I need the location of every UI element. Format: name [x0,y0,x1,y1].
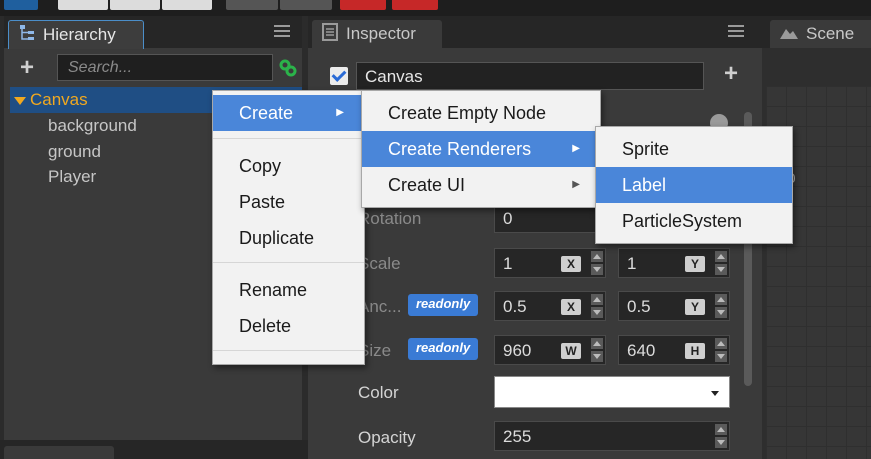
search-input[interactable]: Search... [57,54,273,81]
opacity-value: 255 [503,427,532,446]
opacity-input[interactable]: 255 [494,421,730,451]
menu-divider [213,138,364,139]
node-name-field[interactable]: Canvas [356,62,704,90]
h-axis-badge: H [685,343,705,359]
inspector-tabbar: Inspector [308,16,762,48]
tree-item-label: Canvas [30,90,88,109]
menu-item-copy[interactable]: Copy [213,148,364,184]
top-toolbar [0,0,871,16]
rect-tool-icon[interactable] [162,0,212,10]
add-node-icon[interactable]: + [20,56,34,80]
size-h-stepper[interactable] [715,338,727,362]
anchor-readonly-badge: readonly [408,294,479,316]
menu-divider [213,350,364,351]
hierarchy-title: Hierarchy [43,25,116,44]
bottom-tab[interactable] [4,446,114,459]
menu-item-create-empty-node[interactable]: Create Empty Node [362,95,600,131]
scene-mountain-icon [780,24,798,44]
local-toggle-icon[interactable] [280,0,332,10]
submenu-arrow-icon: ▶ [336,107,344,118]
submenu-arrow-icon: ▶ [572,143,580,154]
anchor-y-stepper[interactable] [715,294,727,318]
scale-x-value: 1 [503,254,513,273]
menu-item-label: Create UI [388,175,466,195]
menu-item-label: Create [239,103,294,123]
menu-item-particle-system[interactable]: ParticleSystem [596,203,792,239]
scene-tabbar: Scene [762,16,871,48]
scale-y-value: 1 [627,254,637,273]
y-axis-badge: Y [685,299,705,315]
size-w-value: 960 [503,341,532,360]
hierarchy-tabbar: Hierarchy [4,16,302,49]
anchor-x-value: 0.5 [503,297,527,316]
scale-y-input[interactable]: 1 Y [618,248,730,278]
rotate-tool-icon[interactable] [58,0,108,10]
opacity-label: Opacity [358,428,416,447]
y-axis-badge: Y [685,256,705,272]
node-active-checkbox[interactable] [330,67,348,85]
menu-item-create[interactable]: Create ▶ [213,95,364,131]
size-w-stepper[interactable] [591,338,603,362]
color-picker[interactable] [494,376,730,408]
menu-item-label: Create Renderers [388,139,532,159]
create-submenu: Create Empty Node Create Renderers ▶ Crea… [361,90,601,208]
menu-item-paste[interactable]: Paste [213,184,364,220]
x-axis-badge: X [561,299,581,315]
menu-item-duplicate[interactable]: Duplicate [213,220,364,256]
menu-item-create-ui[interactable]: Create UI ▶ [362,167,600,203]
anchor-x-stepper[interactable] [591,294,603,318]
menu-item-sprite[interactable]: Sprite [596,131,792,167]
submenu-arrow-icon: ▶ [572,179,580,190]
size-readonly-badge: readonly [408,338,479,360]
add-component-icon[interactable]: + [724,62,738,86]
tree-item-player[interactable]: Player [48,164,96,190]
move-tool-icon[interactable] [4,0,38,10]
menu-divider [213,262,364,263]
bottom-panel-tabbar [0,440,310,459]
rotation-label: Rotation [358,209,422,228]
menu-item-delete[interactable]: Delete [213,308,364,344]
scale-y-stepper[interactable] [715,251,727,275]
color-label: Color [358,383,399,402]
inspector-icon [322,22,338,46]
scene-title: Scene [806,24,855,43]
menu-item-label[interactable]: Label [596,167,792,203]
link-icon[interactable] [278,58,298,83]
hierarchy-tree-icon [19,24,35,47]
tab-hierarchy[interactable]: Hierarchy [8,20,144,49]
menu-item-create-renderers[interactable]: Create Renderers ▶ [362,131,600,167]
refresh-button-icon[interactable] [392,0,438,10]
hierarchy-context-menu: Create ▶ Copy Paste Duplicate Rename Dele… [212,90,365,365]
expand-triangle-icon[interactable] [14,96,26,105]
pivot-toggle-icon[interactable] [226,0,278,10]
tab-scene[interactable]: Scene [770,20,871,48]
scale-x-input[interactable]: 1 X [494,248,606,278]
size-w-input[interactable]: 960 W [494,335,606,365]
size-h-value: 640 [627,341,656,360]
tree-item-ground[interactable]: ground [48,139,101,165]
scale-tool-icon[interactable] [110,0,160,10]
anchor-y-value: 0.5 [627,297,651,316]
hierarchy-menu-icon[interactable] [274,25,290,37]
tree-item-background[interactable]: background [48,113,137,139]
w-axis-badge: W [561,343,581,359]
inspector-menu-icon[interactable] [728,25,744,37]
anchor-x-input[interactable]: 0.5 X [494,291,606,321]
tab-inspector[interactable]: Inspector [312,20,442,48]
menu-item-rename[interactable]: Rename [213,272,364,308]
anchor-y-input[interactable]: 0.5 Y [618,291,730,321]
x-axis-badge: X [561,256,581,272]
renderers-submenu: Sprite Label ParticleSystem [595,126,793,244]
size-h-input[interactable]: 640 H [618,335,730,365]
scale-x-stepper[interactable] [591,251,603,275]
opacity-stepper[interactable] [715,424,727,448]
preview-button-icon[interactable] [340,0,386,10]
inspector-title: Inspector [346,24,416,43]
